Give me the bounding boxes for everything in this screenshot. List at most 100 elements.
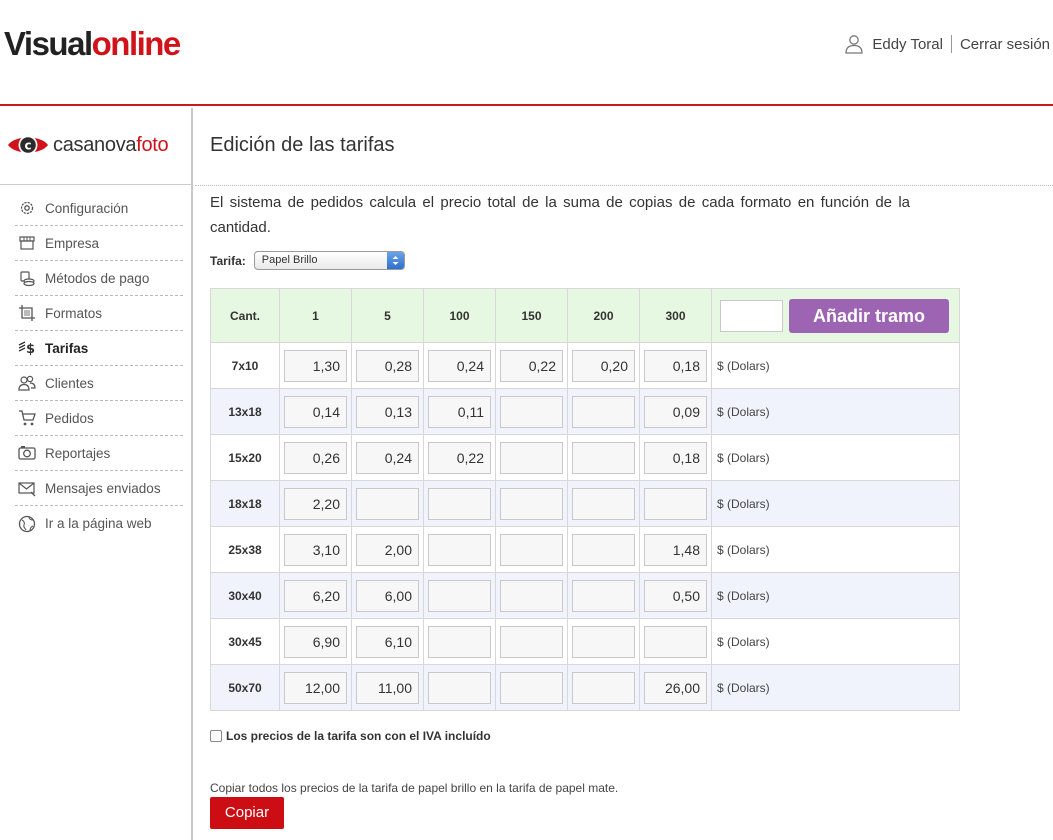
- price-input[interactable]: 0,11: [428, 395, 491, 428]
- price-input[interactable]: 2,20: [284, 487, 347, 520]
- logout-link[interactable]: Cerrar sesión: [960, 36, 1050, 53]
- price-input[interactable]: 0,24: [356, 441, 419, 474]
- price-input[interactable]: [572, 395, 635, 428]
- price-cell: 0,24: [423, 342, 496, 389]
- price-input[interactable]: 11,00: [356, 671, 419, 704]
- price-input[interactable]: 0,20: [572, 349, 635, 382]
- price-input[interactable]: [644, 487, 707, 520]
- price-cell: [423, 664, 496, 711]
- price-cell: 0,20: [567, 342, 640, 389]
- sidebar-item-formatos[interactable]: Formatos: [15, 296, 183, 331]
- price-input[interactable]: [572, 487, 635, 520]
- price-input[interactable]: [428, 579, 491, 612]
- format-cell: 7x10: [210, 342, 280, 389]
- iva-checkbox[interactable]: [210, 730, 222, 742]
- price-input[interactable]: 6,00: [356, 579, 419, 612]
- price-cell: 0,28: [351, 342, 424, 389]
- sidebar-item-empresa[interactable]: Empresa: [15, 226, 183, 261]
- price-cell: [423, 572, 496, 619]
- price-input[interactable]: 0,28: [356, 349, 419, 382]
- price-input[interactable]: 26,00: [644, 671, 707, 704]
- sidebar-divider: [0, 184, 191, 185]
- copy-button[interactable]: Copiar: [210, 797, 284, 829]
- price-input[interactable]: [572, 441, 635, 474]
- table-row: 7x10 1,30 0,28 0,24 0,22 0,20 0,18 $ (Dolars): [210, 342, 960, 389]
- price-input[interactable]: 0,22: [428, 441, 491, 474]
- sidebar-item-reportajes[interactable]: Reportajes: [15, 436, 183, 471]
- price-input[interactable]: 0,18: [644, 441, 707, 474]
- casanovafoto-logo[interactable]: c casanovafoto: [7, 132, 169, 158]
- price-input[interactable]: 1,30: [284, 349, 347, 382]
- price-input[interactable]: 6,10: [356, 625, 419, 658]
- price-input[interactable]: [500, 671, 563, 704]
- price-input[interactable]: 0,50: [644, 579, 707, 612]
- title-divider: [195, 185, 1053, 186]
- sidebar-item-tarifas[interactable]: $ Tarifas: [15, 331, 183, 366]
- price-input[interactable]: 0,26: [284, 441, 347, 474]
- sidebar-item-mensajes[interactable]: Mensajes enviados: [15, 471, 183, 506]
- price-input[interactable]: 2,00: [356, 533, 419, 566]
- coins-icon: [20, 271, 35, 287]
- logo-text-b: foto: [136, 133, 169, 156]
- price-input[interactable]: [500, 625, 563, 658]
- tarifa-select[interactable]: Papel Brillo: [253, 251, 405, 270]
- price-input[interactable]: 6,90: [284, 625, 347, 658]
- price-input[interactable]: [428, 533, 491, 566]
- price-input[interactable]: [572, 533, 635, 566]
- sidebar-item-metodos-pago[interactable]: Métodos de pago: [15, 261, 183, 296]
- price-cell: 11,00: [351, 664, 424, 711]
- price-input[interactable]: 0,22: [500, 349, 563, 382]
- sidebar-item-clientes[interactable]: Clientes: [15, 366, 183, 401]
- price-input[interactable]: 0,09: [644, 395, 707, 428]
- visualonline-logo[interactable]: Visualonline: [4, 24, 181, 64]
- add-tier-button[interactable]: Añadir tramo: [789, 298, 949, 333]
- price-cell: [567, 480, 640, 527]
- price-input[interactable]: [428, 671, 491, 704]
- price-cell: 2,20: [279, 480, 352, 527]
- price-input[interactable]: [500, 441, 563, 474]
- price-input[interactable]: 0,18: [644, 349, 707, 382]
- price-cell: [567, 572, 640, 619]
- price-cell: 6,00: [351, 572, 424, 619]
- qty-col-1: 1: [279, 288, 352, 343]
- price-cell: [495, 572, 568, 619]
- users-icon: [18, 375, 36, 391]
- price-input[interactable]: [500, 487, 563, 520]
- price-input[interactable]: [572, 671, 635, 704]
- price-input[interactable]: [500, 579, 563, 612]
- price-input[interactable]: 12,00: [284, 671, 347, 704]
- price-input[interactable]: [572, 625, 635, 658]
- sidebar-item-label: Mensajes enviados: [45, 480, 161, 496]
- price-input[interactable]: [356, 487, 419, 520]
- price-input[interactable]: [572, 579, 635, 612]
- user-name[interactable]: Eddy Toral: [872, 36, 943, 53]
- price-input[interactable]: 0,14: [284, 395, 347, 428]
- globe-icon: [18, 515, 36, 532]
- qty-header: Cant.: [210, 288, 280, 343]
- sidebar-item-configuracion[interactable]: Configuración: [15, 191, 183, 226]
- price-input[interactable]: [428, 487, 491, 520]
- price-input[interactable]: 0,24: [428, 349, 491, 382]
- price-cell: 26,00: [639, 664, 712, 711]
- price-input[interactable]: [500, 395, 563, 428]
- sidebar-item-label: Tarifas: [45, 340, 89, 356]
- sidebar-item-label: Clientes: [45, 375, 94, 391]
- sidebar-item-pedidos[interactable]: Pedidos: [15, 401, 183, 436]
- price-cell: [567, 434, 640, 481]
- price-input[interactable]: [428, 625, 491, 658]
- price-input[interactable]: [500, 533, 563, 566]
- sidebar-nav: Configuración Empresa Métodos de pago Fo…: [15, 191, 183, 541]
- price-input[interactable]: 0,13: [356, 395, 419, 428]
- new-tier-input[interactable]: [720, 299, 783, 332]
- price-input[interactable]: 6,20: [284, 579, 347, 612]
- table-row: 50x70 12,00 11,00 26,00 $ (Dolars): [210, 664, 960, 711]
- format-cell: 13x18: [210, 388, 280, 435]
- sidebar-item-web[interactable]: Ir a la página web: [15, 506, 183, 541]
- price-input[interactable]: 3,10: [284, 533, 347, 566]
- price-cell: [639, 480, 712, 527]
- price-input[interactable]: [644, 625, 707, 658]
- price-cell: 0,18: [639, 434, 712, 481]
- price-cell: 0,14: [279, 388, 352, 435]
- casanova-mark-icon: c: [8, 135, 48, 155]
- price-input[interactable]: 1,48: [644, 533, 707, 566]
